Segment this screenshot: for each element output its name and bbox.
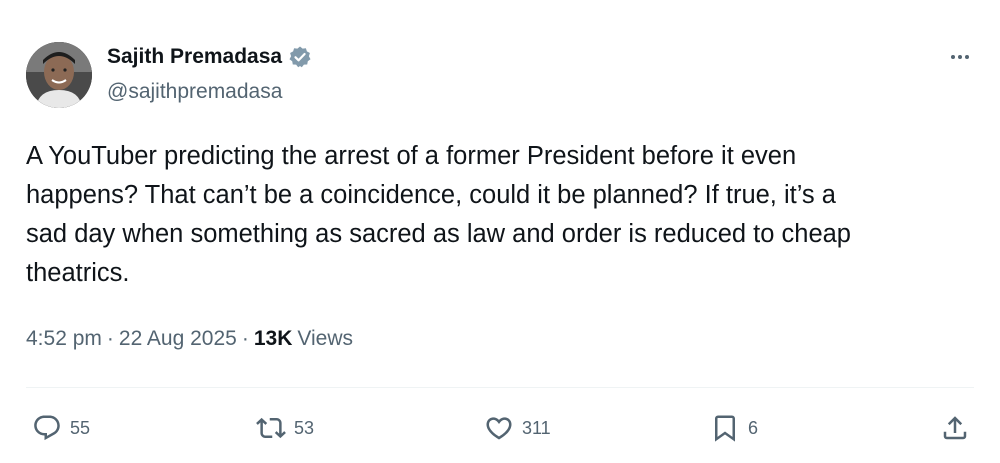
more-dot	[965, 55, 969, 59]
repost-icon	[256, 417, 286, 439]
more-horizontal-icon[interactable]	[946, 46, 974, 68]
meta-separator: ·	[106, 327, 114, 350]
tweet-text: A YouTuber predicting the arrest of a fo…	[26, 142, 851, 287]
bookmark-button[interactable]: 6	[710, 408, 758, 448]
bookmark-icon	[715, 415, 735, 442]
action-bar: 55 53 311 6	[26, 408, 974, 448]
tweet-card: Sajith Premadasa @sajithpremadasa A YouT…	[0, 0, 1000, 463]
divider	[26, 387, 974, 388]
views-count[interactable]: 13K	[254, 325, 293, 353]
tweet-meta: 4:52 pm · 22 Aug 2025 · 13K Views	[26, 325, 353, 353]
more-dot	[958, 55, 962, 59]
views-label: Views	[297, 327, 354, 350]
tweet-date[interactable]: 22 Aug 2025	[119, 325, 237, 353]
author-display-name[interactable]: Sajith Premadasa	[107, 44, 282, 70]
reply-icon	[34, 415, 60, 441]
author-handle[interactable]: @sajithpremadasa	[107, 79, 282, 105]
more-dot	[951, 55, 955, 59]
like-button[interactable]: 311	[484, 408, 551, 448]
avatar[interactable]	[26, 42, 92, 108]
share-button[interactable]	[940, 408, 970, 448]
author-name-row: Sajith Premadasa	[107, 44, 312, 70]
bookmark-count: 6	[748, 417, 759, 438]
meta-separator: ·	[241, 327, 249, 350]
reply-button[interactable]: 55	[32, 408, 90, 448]
repost-button[interactable]: 53	[256, 408, 314, 448]
reply-count: 55	[70, 417, 91, 438]
tweet-time[interactable]: 4:52 pm	[26, 325, 102, 353]
verified-badge-icon[interactable]	[288, 45, 312, 69]
share-icon	[943, 416, 967, 440]
like-count: 311	[522, 417, 551, 438]
repost-count: 53	[294, 417, 315, 438]
heart-icon	[486, 417, 512, 440]
